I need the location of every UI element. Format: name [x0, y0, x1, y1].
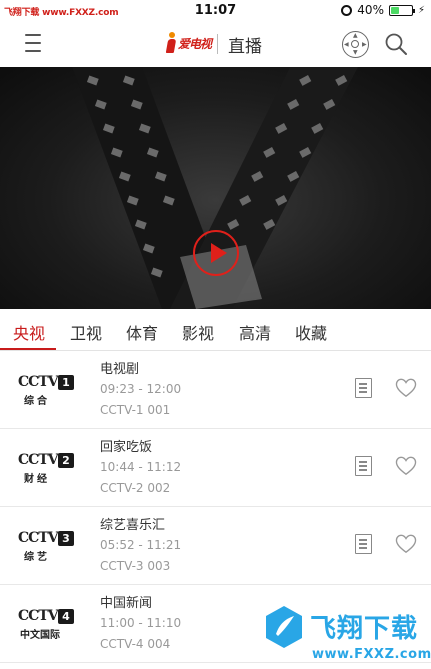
watermark-overlay: 飞翔下载 www.FXXZ.com	[262, 602, 431, 669]
tab-hd[interactable]: 高清	[239, 320, 271, 344]
search-icon[interactable]	[384, 32, 408, 56]
logo-figure-icon	[167, 32, 177, 54]
tab-satellite[interactable]: 卫视	[70, 320, 102, 344]
channel-logo-sub: 财经	[24, 474, 50, 485]
battery-icon	[388, 4, 415, 16]
channel-logo: CCTV 4 中文国际	[18, 608, 78, 642]
status-bar: 飞翔下载 www.FXXZ.com 11:07 40% ⚡	[0, 0, 431, 22]
remote-icon[interactable]: ▲ ▼ ◀ ▶	[342, 31, 369, 58]
tab-favorites[interactable]: 收藏	[295, 320, 327, 344]
program-time: 10:44 - 11:12	[100, 460, 182, 474]
tab-cctv[interactable]: 央视	[13, 320, 45, 344]
program-title: 中国新闻	[100, 596, 153, 611]
channel-row[interactable]: CCTV 2 财经 回家吃饭 10:44 - 11:12 CCTV-2 002	[0, 429, 431, 507]
program-title: 综艺喜乐汇	[100, 518, 166, 533]
schedule-icon[interactable]	[355, 534, 372, 554]
tab-movies[interactable]: 影视	[182, 320, 214, 344]
active-tab-indicator	[0, 348, 56, 350]
schedule-icon[interactable]	[355, 456, 372, 476]
heart-icon[interactable]	[395, 456, 417, 476]
channel-logo-number: 3	[58, 531, 74, 546]
heart-icon[interactable]	[395, 378, 417, 398]
channel-logo-number: 4	[58, 609, 74, 624]
category-tabs: 央视 卫视 体育 影视 高清 收藏	[0, 309, 431, 351]
page-title: 直播	[228, 37, 262, 57]
tab-sports[interactable]: 体育	[126, 320, 158, 344]
channel-logo-main: CCTV	[18, 608, 59, 624]
channel-code: CCTV-4 004	[100, 637, 171, 651]
channel-logo: CCTV 3 综艺	[18, 530, 78, 564]
channel-logo-number: 1	[58, 375, 74, 390]
channel-row[interactable]: CCTV 1 综合 电视剧 09:23 - 12:00 CCTV-1 001	[0, 351, 431, 429]
watermark-title: 飞翔下载	[310, 614, 419, 644]
channel-row[interactable]: CCTV 3 综艺 综艺喜乐汇 05:52 - 11:21 CCTV-3 003	[0, 507, 431, 585]
battery-percent: 40%	[357, 3, 384, 17]
app-header: 爱电视 直播 ▲ ▼ ◀ ▶	[0, 22, 431, 66]
channel-code: CCTV-1 001	[100, 403, 171, 417]
channel-code: CCTV-3 003	[100, 559, 171, 573]
channel-logo-sub: 中文国际	[20, 630, 60, 641]
schedule-icon[interactable]	[355, 378, 372, 398]
program-title: 回家吃饭	[100, 440, 153, 455]
program-time: 09:23 - 12:00	[100, 382, 182, 396]
watermark-logo-icon	[266, 606, 302, 648]
channel-logo-main: CCTV	[18, 530, 59, 546]
charging-icon: ⚡	[417, 4, 425, 16]
alarm-icon	[341, 4, 353, 16]
channel-logo: CCTV 1 综合	[18, 374, 78, 408]
menu-icon[interactable]	[25, 34, 41, 54]
status-indicators: 40% ⚡	[341, 3, 425, 17]
program-time: 05:52 - 11:21	[100, 538, 182, 552]
channel-logo-sub: 综艺	[24, 552, 50, 563]
header-divider	[217, 34, 218, 54]
logo-text: 爱电视	[178, 36, 212, 51]
program-title: 电视剧	[100, 362, 140, 377]
play-button[interactable]	[193, 230, 239, 276]
heart-icon[interactable]	[395, 534, 417, 554]
hero-banner[interactable]	[0, 67, 431, 309]
watermark-url: www.FXXZ.com	[312, 647, 431, 662]
program-time: 11:00 - 11:10	[100, 616, 182, 630]
channel-logo: CCTV 2 财经	[18, 452, 78, 486]
channel-logo-sub: 综合	[24, 396, 50, 407]
channel-logo-main: CCTV	[18, 374, 59, 390]
channel-logo-number: 2	[58, 453, 74, 468]
channel-code: CCTV-2 002	[100, 481, 171, 495]
app-logo: 爱电视	[167, 30, 212, 56]
channel-logo-main: CCTV	[18, 452, 59, 468]
